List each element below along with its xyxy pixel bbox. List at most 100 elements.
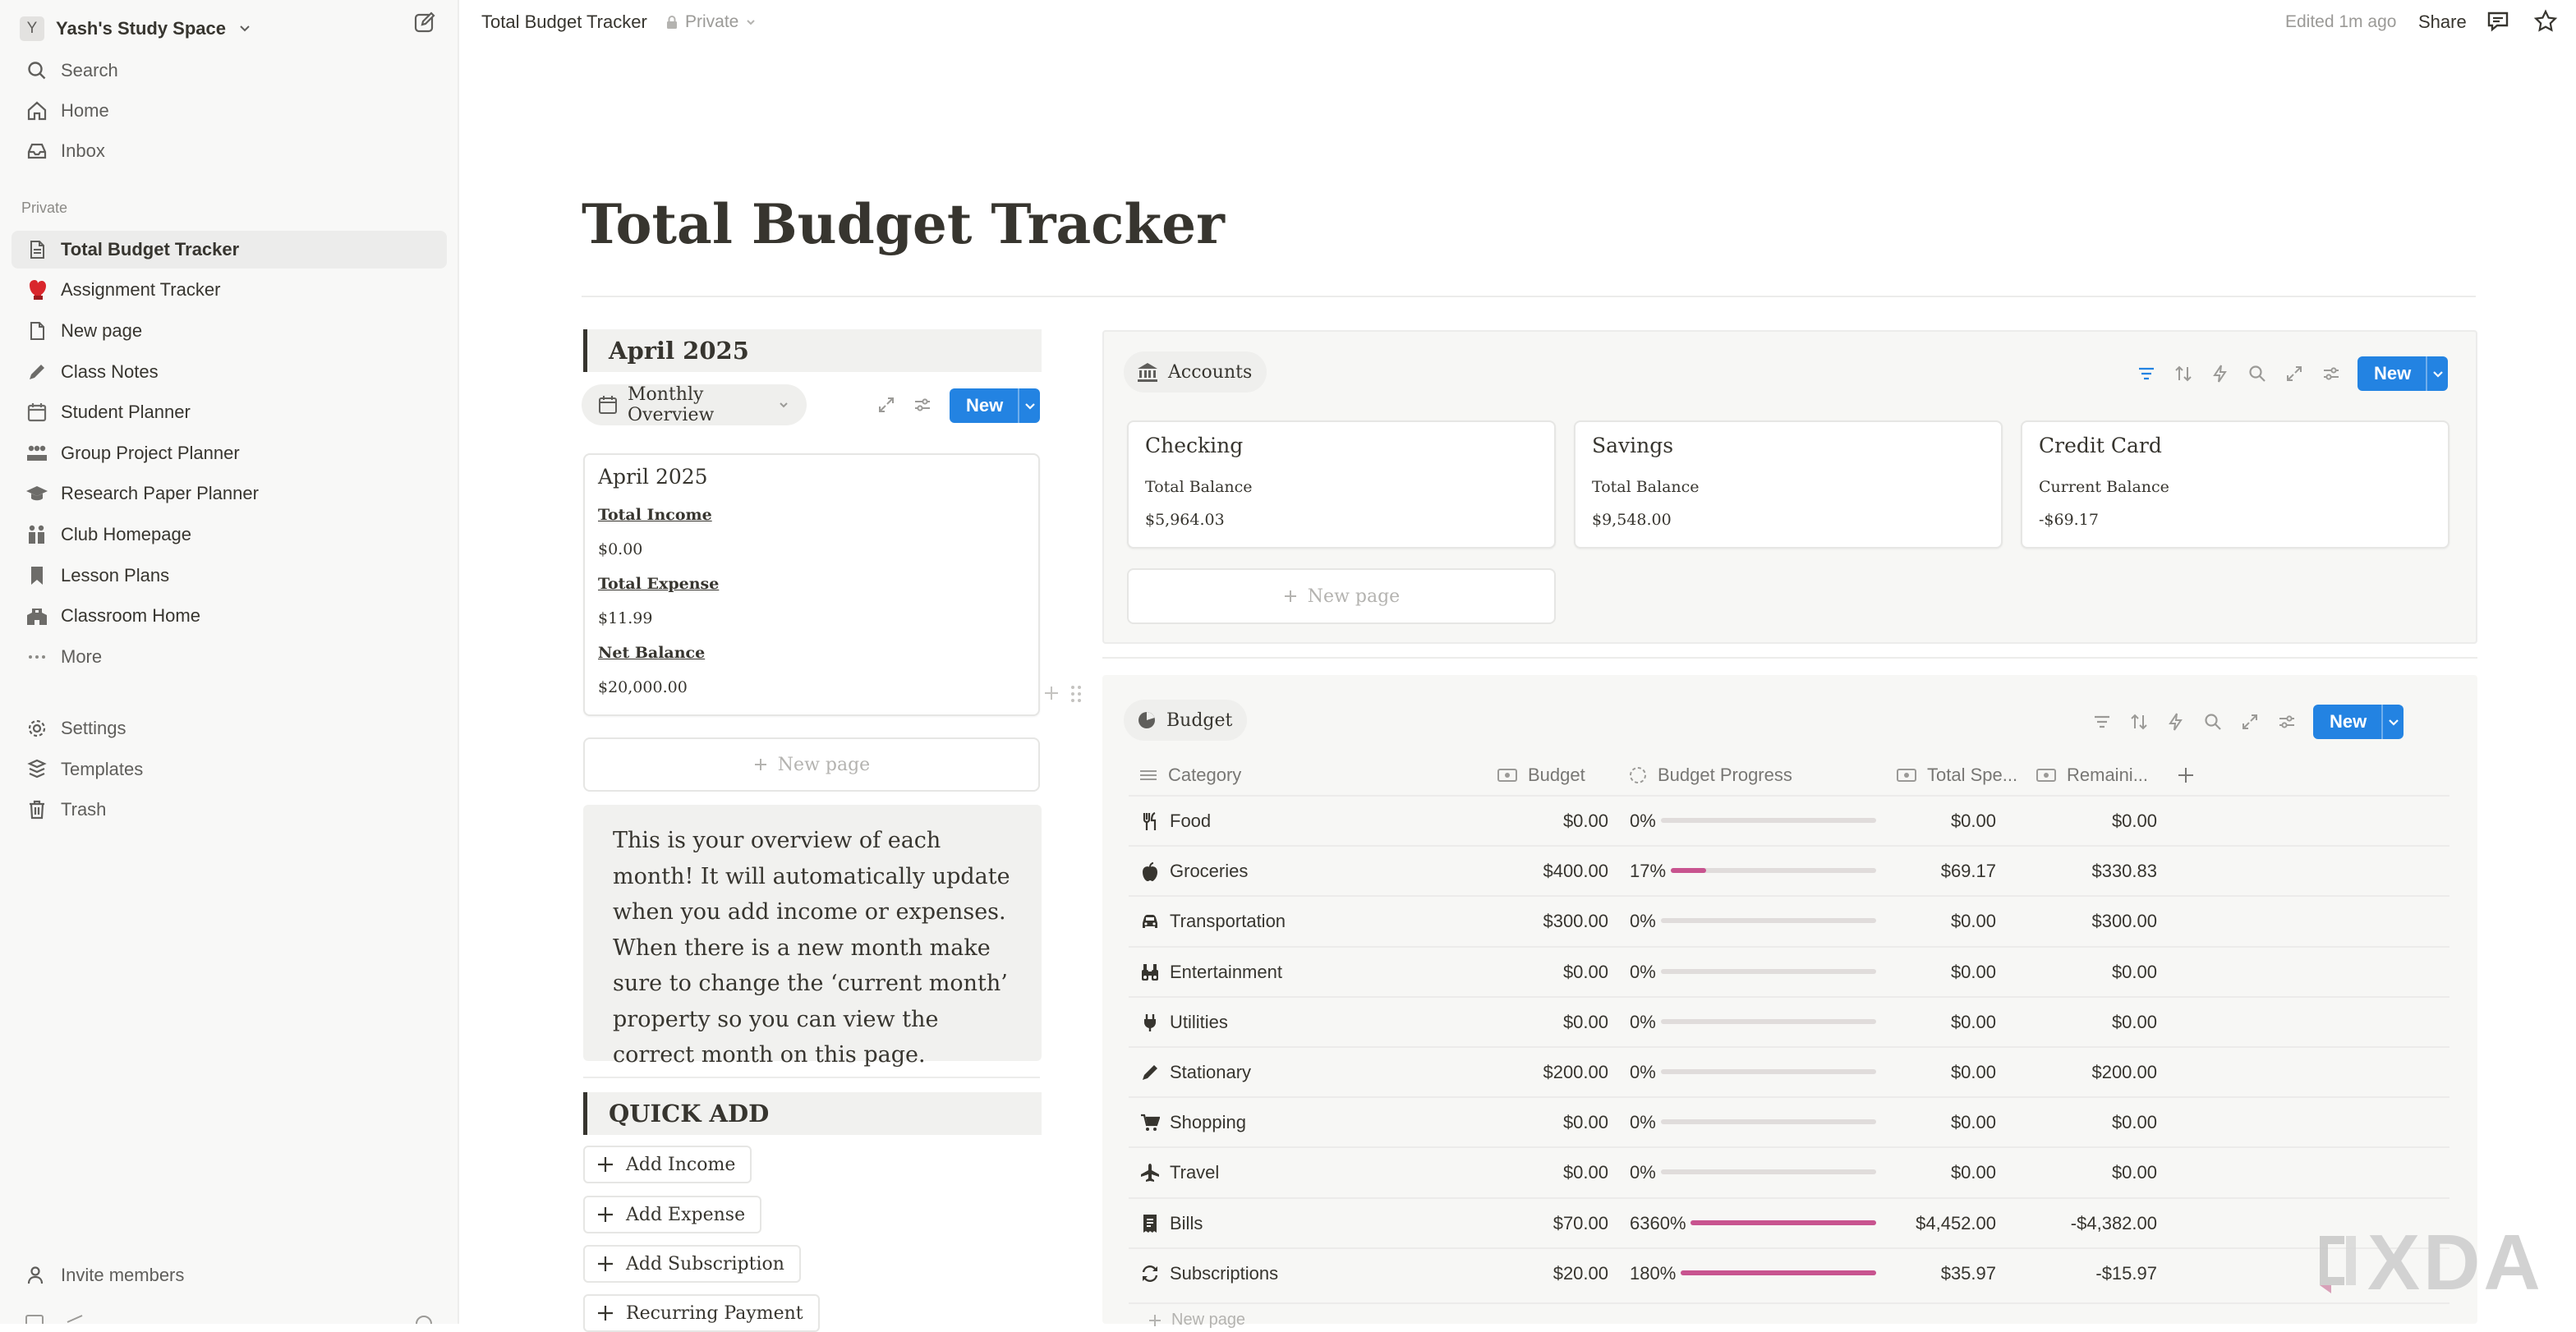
view-tab-accounts[interactable]: Accounts — [1124, 351, 1267, 393]
budget-cell[interactable]: $0.00 — [1490, 1098, 1608, 1146]
comments-icon[interactable] — [2486, 9, 2510, 34]
total-spent-cell[interactable]: $0.00 — [1883, 797, 1996, 845]
sidebar-item-home[interactable]: Home — [12, 92, 447, 130]
add-column-button[interactable] — [2177, 759, 2195, 792]
table-row[interactable]: Bills $70.00 6360% $4,452.00 -$4,382.00 — [1129, 1197, 2450, 1247]
category-cell[interactable]: Subscriptions — [1170, 1249, 1278, 1298]
star-icon[interactable] — [2533, 9, 2558, 34]
sidebar-item-club-homepage[interactable]: Club Homepage — [12, 516, 447, 553]
sidebar-item-inbox[interactable]: Inbox — [12, 132, 447, 170]
category-cell[interactable]: Entertainment — [1170, 948, 1282, 996]
sidebar-item-assignment-tracker[interactable]: Assignment Tracker — [12, 271, 447, 309]
drag-handle-icon[interactable] — [1068, 683, 1084, 705]
sidebar-item-templates[interactable]: Templates — [12, 751, 447, 788]
breadcrumb[interactable]: Total Budget Tracker — [481, 10, 647, 34]
add-income-button[interactable]: Add Income — [583, 1146, 752, 1183]
workspace-switcher[interactable]: Y Yash's Study Space — [20, 8, 252, 49]
category-cell[interactable]: Groceries — [1170, 847, 1248, 895]
account-card-credit-card[interactable]: Credit Card Current Balance -$69.17 — [2021, 420, 2450, 549]
sidebar-item-lesson-plans[interactable]: Lesson Plans — [12, 557, 447, 595]
remaining-cell[interactable]: $200.00 — [2011, 1048, 2157, 1096]
budget-cell[interactable]: $0.00 — [1490, 1148, 1608, 1197]
budget-cell[interactable]: $400.00 — [1490, 847, 1608, 895]
budget-cell[interactable]: $70.00 — [1490, 1199, 1608, 1247]
new-page-button[interactable]: New page — [583, 737, 1040, 792]
search-icon[interactable] — [2243, 360, 2271, 388]
category-cell[interactable]: Food — [1170, 797, 1211, 845]
sidebar-item-settings[interactable]: Settings — [12, 710, 447, 747]
chevron-down-icon[interactable] — [2383, 715, 2404, 728]
sort-icon[interactable] — [2125, 708, 2153, 736]
share-button[interactable]: Share — [2418, 10, 2467, 34]
total-spent-cell[interactable]: $0.00 — [1883, 1048, 1996, 1096]
account-card-checking[interactable]: Checking Total Balance $5,964.03 — [1127, 420, 1556, 549]
sidebar-item-trash[interactable]: Trash — [12, 791, 447, 829]
category-cell[interactable]: Utilities — [1170, 998, 1228, 1046]
column-header-category[interactable]: Category — [1138, 759, 1241, 792]
table-row[interactable]: Travel $0.00 0% $0.00 $0.00 — [1129, 1146, 2450, 1197]
total-spent-cell[interactable]: $0.00 — [1883, 1098, 1996, 1146]
sidebar-item-student-planner[interactable]: Student Planner — [12, 393, 447, 431]
chevron-down-icon[interactable] — [1019, 399, 1040, 412]
remaining-cell[interactable]: $0.00 — [2011, 1148, 2157, 1197]
privacy-menu[interactable]: Private — [665, 10, 757, 34]
total-spent-cell[interactable]: $0.00 — [1883, 897, 1996, 945]
filter-icon[interactable] — [2088, 708, 2116, 736]
lightning-icon[interactable] — [2206, 360, 2234, 388]
total-spent-cell[interactable]: $35.97 — [1883, 1249, 1996, 1298]
view-tab-monthly-overview[interactable]: Monthly Overview — [582, 384, 807, 425]
remaining-cell[interactable]: $0.00 — [2011, 998, 2157, 1046]
column-header-budget-progress[interactable]: Budget Progress — [1628, 759, 1792, 792]
budget-cell[interactable]: $20.00 — [1490, 1249, 1608, 1298]
new-button[interactable]: New — [950, 388, 1040, 423]
total-spent-cell[interactable]: $0.00 — [1883, 1148, 1996, 1197]
lightning-icon[interactable] — [2162, 708, 2190, 736]
remaining-cell[interactable]: $0.00 — [2011, 797, 2157, 845]
expand-icon[interactable] — [2236, 708, 2264, 736]
category-cell[interactable]: Travel — [1170, 1148, 1219, 1197]
add-block-icon[interactable] — [1042, 683, 1061, 703]
sidebar-item-more[interactable]: More — [12, 638, 447, 676]
table-row[interactable]: Subscriptions $20.00 180% $35.97 -$15.97 — [1129, 1247, 2450, 1298]
calendar-icon[interactable] — [25, 1314, 44, 1324]
budget-cell[interactable]: $300.00 — [1490, 897, 1608, 945]
new-page-icon[interactable] — [412, 10, 437, 34]
category-cell[interactable]: Bills — [1170, 1199, 1203, 1247]
invite-members-button[interactable]: Invite members — [12, 1256, 447, 1294]
table-row[interactable]: Entertainment $0.00 0% $0.00 $0.00 — [1129, 946, 2450, 996]
total-spent-cell[interactable]: $4,452.00 — [1883, 1199, 1996, 1247]
column-header-total-spent[interactable]: Total Spe... — [1896, 759, 2017, 792]
total-spent-cell[interactable]: $0.00 — [1883, 998, 1996, 1046]
remaining-cell[interactable]: $0.00 — [2011, 948, 2157, 996]
table-row[interactable]: Groceries $400.00 17% $69.17 $330.83 — [1129, 845, 2450, 895]
sort-icon[interactable] — [2169, 360, 2197, 388]
table-row[interactable]: Transportation $300.00 0% $0.00 $300.00 — [1129, 895, 2450, 945]
table-row[interactable]: Stationary $200.00 0% $0.00 $200.00 — [1129, 1046, 2450, 1096]
sidebar-item-group-project-planner[interactable]: Group Project Planner — [12, 434, 447, 472]
expand-icon[interactable] — [2280, 360, 2308, 388]
table-row[interactable]: Utilities $0.00 0% $0.00 $0.00 — [1129, 996, 2450, 1046]
help-icon[interactable] — [414, 1314, 434, 1324]
sidebar-item-research-paper-planner[interactable]: Research Paper Planner — [12, 475, 447, 512]
remaining-cell[interactable]: $0.00 — [2011, 1098, 2157, 1146]
budget-new-page-button[interactable]: New page — [1148, 1311, 1245, 1330]
view-tab-budget[interactable]: Budget — [1124, 700, 1248, 741]
category-cell[interactable]: Stationary — [1170, 1048, 1251, 1096]
send-icon[interactable] — [66, 1314, 85, 1324]
chevron-down-icon[interactable] — [2427, 367, 2448, 380]
accounts-new-button[interactable]: New — [2358, 356, 2448, 391]
add-subscription-button[interactable]: Add Subscription — [583, 1245, 801, 1283]
add-expense-button[interactable]: Add Expense — [583, 1196, 762, 1233]
budget-cell[interactable]: $200.00 — [1490, 1048, 1608, 1096]
settings-sliders-icon[interactable] — [2317, 360, 2345, 388]
sidebar-item-class-notes[interactable]: Class Notes — [12, 353, 447, 391]
filter-icon[interactable] — [2132, 360, 2160, 388]
expand-icon[interactable] — [872, 391, 900, 419]
sidebar-item-search[interactable]: Search — [12, 52, 447, 90]
settings-sliders-icon[interactable] — [908, 391, 936, 419]
recurring-payment-button[interactable]: Recurring Payment — [583, 1294, 820, 1332]
budget-cell[interactable]: $0.00 — [1490, 797, 1608, 845]
accounts-new-page-button[interactable]: New page — [1127, 568, 1556, 624]
month-card[interactable]: April 2025 Total Income $0.00 Total Expe… — [583, 453, 1040, 716]
remaining-cell[interactable]: -$15.97 — [2011, 1249, 2157, 1298]
